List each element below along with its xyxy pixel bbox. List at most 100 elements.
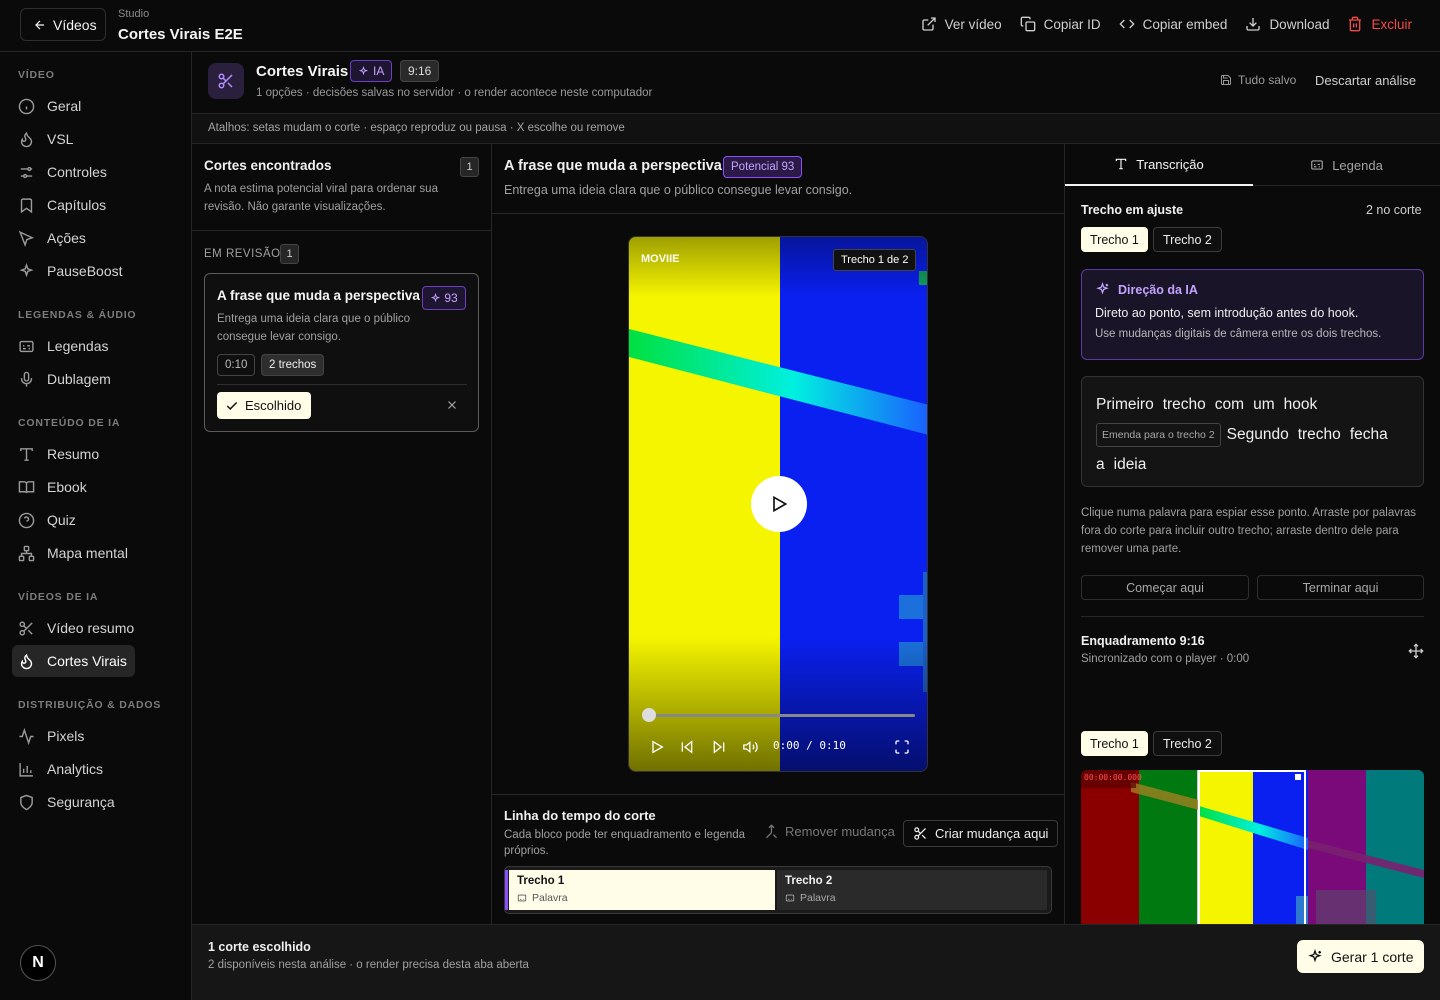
segment-meta: Palavra <box>785 892 1039 904</box>
adjust-segment-2[interactable]: Trecho 2 <box>1153 227 1222 252</box>
adjust-segment-1[interactable]: Trecho 1 <box>1081 227 1148 252</box>
generate-cuts-button[interactable]: Gerar 1 corte <box>1297 940 1424 973</box>
remove-change-button[interactable]: Remover mudança <box>764 824 895 839</box>
transcript-word[interactable]: hook <box>1284 396 1318 413</box>
sidebar-item-label: Mapa mental <box>47 545 128 561</box>
adjust-title: Trecho em ajuste <box>1081 203 1184 217</box>
book-icon <box>18 480 35 493</box>
arrow-left-icon <box>35 20 45 29</box>
chosen-toggle-button[interactable]: Escolhido <box>217 392 311 419</box>
cut-card[interactable]: A frase que muda a perspectiva 93 Entreg… <box>204 273 479 432</box>
sidebar-item-resumo[interactable]: Resumo <box>12 438 179 470</box>
video-player[interactable]: MOVIIE Trecho 1 de 2 0:00 / 0:10 <box>628 236 928 772</box>
copy-embed-button[interactable]: Copiar embed <box>1119 16 1228 32</box>
delete-label: Excluir <box>1371 16 1412 32</box>
discard-analysis-button[interactable]: Descartar análise <box>1315 73 1416 88</box>
bookmark-icon <box>20 197 33 213</box>
previous-button[interactable] <box>679 739 695 755</box>
transcript-word[interactable]: Primeiro <box>1096 396 1154 413</box>
volume-button[interactable] <box>742 739 759 755</box>
segment-sub: Palavra <box>532 892 568 904</box>
sidebar-item-controles[interactable]: Controles <box>12 156 179 188</box>
seek-bar[interactable] <box>649 714 915 717</box>
copy-id-button[interactable]: Copiar ID <box>1020 16 1101 32</box>
card-divider <box>217 384 467 385</box>
tab-legenda[interactable]: Legenda <box>1253 144 1440 186</box>
ai-direction-line1: Direto ao ponto, sem introdução antes do… <box>1095 306 1359 320</box>
text-icon <box>20 447 33 461</box>
create-change-button[interactable]: Criar mudança aqui <box>903 820 1059 847</box>
sidebar-item-cortes-virais[interactable]: Cortes Virais <box>12 645 135 677</box>
start-here-button[interactable]: Começar aqui <box>1081 575 1249 600</box>
sidebar-item-mapa-mental[interactable]: Mapa mental <box>12 537 179 569</box>
sidebar-item-geral[interactable]: Geral <box>12 90 179 122</box>
sidebar-item-label: VSL <box>47 131 74 147</box>
sidebar-item-capitulos[interactable]: Capítulos <box>12 189 179 221</box>
timeline-track: Trecho 1 Palavra Trecho 2 Palavra <box>504 866 1052 914</box>
sidebar-item-label: PauseBoost <box>47 263 123 279</box>
time-display: 0:00 / 0:10 <box>773 739 846 752</box>
back-button[interactable]: Vídeos <box>20 8 106 41</box>
tab-transcricao[interactable]: Transcrição <box>1065 144 1253 186</box>
app-logo[interactable]: N <box>20 945 56 981</box>
transcript-word[interactable]: com <box>1215 396 1244 413</box>
sidebar-item-ebook[interactable]: Ebook <box>12 471 179 503</box>
text-icon <box>1116 158 1127 170</box>
play-button[interactable] <box>649 739 665 755</box>
fullscreen-button[interactable] <box>894 739 910 755</box>
sidebar-item-label: Geral <box>47 98 82 114</box>
sidebar-item-pixels[interactable]: Pixels <box>12 720 179 752</box>
flame-icon <box>20 131 33 147</box>
timeline-segment-1[interactable]: Trecho 1 Palavra <box>509 870 775 910</box>
transcript-word[interactable]: a <box>1096 456 1105 473</box>
transcript-box: Primeiro trecho com um hook Emenda para o tr… <box>1081 376 1424 487</box>
sidebar-item-quiz[interactable]: Quiz <box>12 504 179 536</box>
transcript-line-3: a ideia <box>1096 450 1409 480</box>
crop-corner-handle[interactable] <box>1295 774 1301 780</box>
cut-timeline: Linha do tempo do corte Cada bloco pode … <box>492 794 1065 924</box>
transcript-word[interactable]: trecho <box>1163 396 1206 413</box>
framing-segment-2[interactable]: Trecho 2 <box>1153 731 1222 756</box>
transcript-word[interactable]: ideia <box>1114 456 1147 473</box>
play-icon <box>652 740 664 754</box>
sidebar-item-video-resumo[interactable]: Vídeo resumo <box>12 612 179 644</box>
sidebar-item-label: Controles <box>47 164 107 180</box>
big-play-button[interactable] <box>751 476 807 532</box>
download-label: Download <box>1269 16 1330 32</box>
sidebar-item-label: Pixels <box>47 728 85 744</box>
timeline-description: Cada bloco pode ter enquadramento e lege… <box>504 829 746 857</box>
cuts-panel-header: Cortes encontrados 1 A nota estima poten… <box>192 144 491 231</box>
timeline-segment-2[interactable]: Trecho 2 Palavra <box>777 870 1047 910</box>
timeline-title: Linha do tempo do corte <box>504 808 656 823</box>
scissors-icon <box>19 620 33 636</box>
cut-segments-count: 2 trechos <box>261 354 325 376</box>
move-handle[interactable] <box>1408 643 1424 659</box>
transcript-word[interactable]: um <box>1253 396 1275 413</box>
framing-segment-1[interactable]: Trecho 1 <box>1081 731 1148 756</box>
sidebar-item-pauseboost[interactable]: PauseBoost <box>12 255 179 287</box>
playhead-marker <box>505 870 508 910</box>
transcript-word[interactable]: trecho <box>1298 426 1341 443</box>
sidebar-item-seguranca[interactable]: Segurança <box>12 786 179 818</box>
next-button[interactable] <box>711 739 727 755</box>
sidebar-item-analytics[interactable]: Analytics <box>12 753 179 785</box>
sidebar-item-label: Resumo <box>47 446 100 462</box>
sidebar-item-legendas[interactable]: Legendas <box>12 330 179 362</box>
sidebar-item-vsl[interactable]: VSL <box>12 123 179 155</box>
download-button[interactable]: Download <box>1245 16 1329 32</box>
seek-handle[interactable] <box>642 708 656 722</box>
transcript-word[interactable]: fecha <box>1350 426 1388 443</box>
sidebar-section-video: VÍDEO <box>18 69 55 81</box>
view-video-button[interactable]: Ver vídeo <box>921 16 1002 32</box>
sidebar-item-dublagem[interactable]: Dublagem <box>12 363 179 395</box>
end-here-button[interactable]: Terminar aqui <box>1257 575 1424 600</box>
remove-cut-button[interactable] <box>445 398 459 412</box>
editor-panel: Transcrição Legenda Trecho em ajuste 2 n… <box>1065 144 1440 962</box>
cut-card-title: A frase que muda a perspectiva <box>217 288 420 303</box>
sidebar-item-acoes[interactable]: Ações <box>12 222 179 254</box>
delete-button[interactable]: Excluir <box>1347 16 1412 32</box>
copy-embed-label: Copiar embed <box>1142 16 1228 32</box>
transcript-word[interactable]: Segundo <box>1227 426 1289 443</box>
move-icon <box>1408 643 1424 659</box>
feature-header: Cortes Virais IA 9:16 1 opções · decisõe… <box>192 52 1440 114</box>
